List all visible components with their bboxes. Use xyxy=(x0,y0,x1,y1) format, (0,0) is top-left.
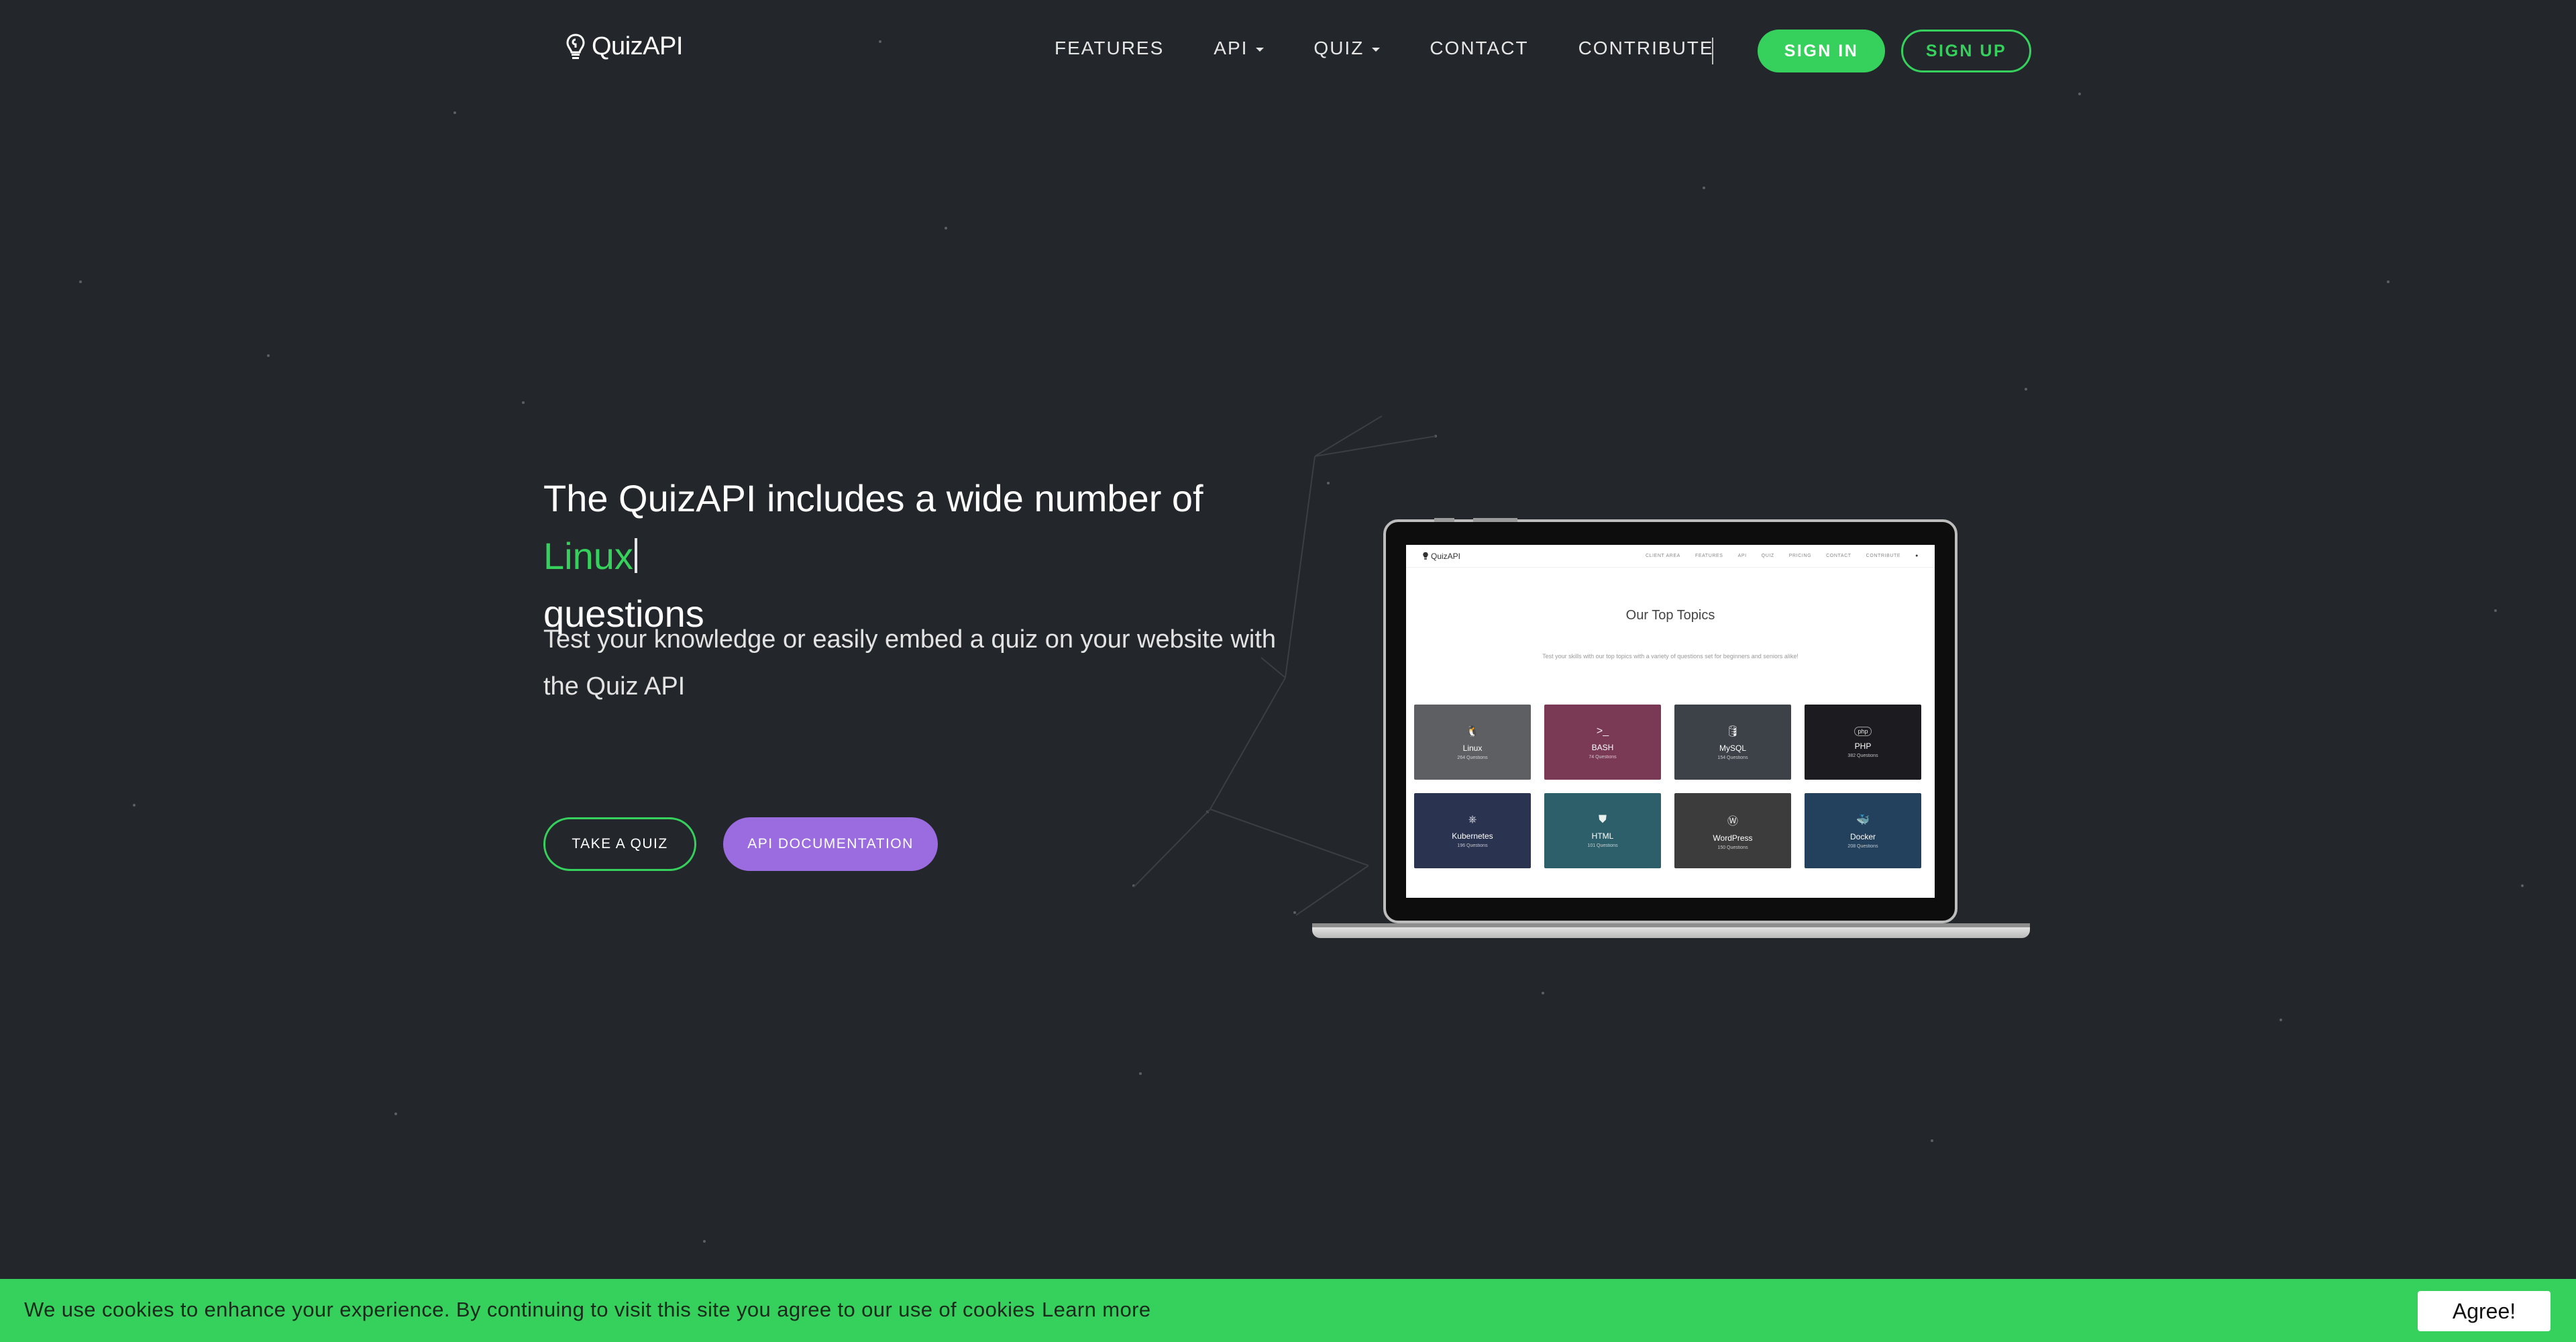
laptop-detail xyxy=(1434,518,1454,522)
screen-title: Our Top Topics xyxy=(1625,608,1715,623)
cookie-message: We use cookies to enhance your experienc… xyxy=(24,1298,1150,1322)
topic-card-docker: 🐳 Docker 208 Questions xyxy=(1805,793,1921,868)
menu-divider xyxy=(1712,38,1713,64)
topic-count: 208 Questions xyxy=(1847,843,1878,849)
screen-menu-item: QUIZ xyxy=(1761,554,1774,558)
laptop-mockup: QuizAPI CLIENT AREA FEATURES API QUIZ PR… xyxy=(1312,517,2030,946)
lightbulb-icon xyxy=(1423,552,1428,560)
php-icon: php xyxy=(1854,726,1872,736)
screen-menu-item: CLIENT AREA xyxy=(1645,554,1680,558)
kubernetes-icon: ⎈ xyxy=(1468,813,1477,825)
screen-subtitle: Test your skills with our top topics wit… xyxy=(1542,653,1799,660)
site-logo[interactable]: QuizAPI xyxy=(565,32,683,61)
topic-grid: 🐧 Linux 264 Questions >_ BASH 74 Questio… xyxy=(1414,705,1927,868)
terminal-icon: >_ xyxy=(1596,725,1609,737)
take-quiz-button[interactable]: TAKE A QUIZ xyxy=(543,817,696,871)
hero-title-highlight: Linux xyxy=(543,535,633,577)
screen-menu-item: FEATURES xyxy=(1695,554,1723,558)
wordpress-icon: Ⓦ xyxy=(1727,815,1738,827)
topic-count: 382 Questions xyxy=(1847,753,1878,758)
caret-down-icon xyxy=(1372,48,1381,52)
topic-name: BASH xyxy=(1591,742,1614,752)
nav-contribute-label: CONTRIBUTE xyxy=(1578,38,1714,58)
topic-card-kubernetes: ⎈ Kubernetes 196 Questions xyxy=(1414,793,1531,868)
hero-title-prefix: The QuizAPI includes a wide number of xyxy=(543,477,1203,519)
screen-menu-item: CONTRIBUTE xyxy=(1866,554,1901,558)
screen-logo-text: QuizAPI xyxy=(1431,551,1461,561)
lightbulb-icon xyxy=(566,33,585,59)
topic-card-mysql: 🛢 MySQL 154 Questions xyxy=(1674,705,1791,780)
typing-cursor xyxy=(634,538,637,573)
docker-icon: 🐳 xyxy=(1856,814,1870,826)
api-documentation-button[interactable]: API DOCUMENTATION xyxy=(723,817,938,871)
screen-menu: CLIENT AREA FEATURES API QUIZ PRICING CO… xyxy=(1646,554,1919,558)
topic-name: HTML xyxy=(1591,831,1614,841)
screen-menu-item: CONTACT xyxy=(1826,554,1851,558)
topic-count: 264 Questions xyxy=(1457,755,1488,760)
topic-name: Linux xyxy=(1462,743,1483,753)
nav-features[interactable]: FEATURES xyxy=(1055,38,1164,59)
topic-card-php: php PHP 382 Questions xyxy=(1805,705,1921,780)
topic-name: Kubernetes xyxy=(1452,831,1493,841)
screen-menu-item: API xyxy=(1737,554,1747,558)
laptop-lid: QuizAPI CLIENT AREA FEATURES API QUIZ PR… xyxy=(1383,518,1957,923)
linux-icon: 🐧 xyxy=(1466,725,1479,737)
nav-api-label: API xyxy=(1214,38,1248,58)
top-navbar: QuizAPI FEATURES API QUIZ CONTACT CONTRI… xyxy=(0,0,2576,105)
nav-quiz-label: QUIZ xyxy=(1313,38,1364,58)
topic-count: 101 Questions xyxy=(1587,843,1618,848)
main-menu: FEATURES API QUIZ CONTACT CONTRIBUTE xyxy=(1055,38,1764,59)
learn-more-link[interactable]: Learn more xyxy=(1042,1298,1151,1321)
lightbulb-icon: ● xyxy=(1915,554,1919,558)
topic-card-bash: >_ BASH 74 Questions xyxy=(1544,705,1661,780)
topic-count: 154 Questions xyxy=(1717,755,1748,760)
hero-subtitle: Test your knowledge or easily embed a qu… xyxy=(543,625,1277,701)
topic-count: 74 Questions xyxy=(1589,754,1617,760)
sign-in-button[interactable]: SIGN IN xyxy=(1758,30,1885,72)
laptop-hinge xyxy=(1312,923,2030,927)
nav-contact[interactable]: CONTACT xyxy=(1430,38,1528,59)
screen-menu-item: PRICING xyxy=(1788,554,1812,558)
database-icon: 🛢 xyxy=(1725,725,1740,737)
cookie-consent-bar: We use cookies to enhance your experienc… xyxy=(0,1279,2576,1342)
topic-name: MySQL xyxy=(1719,743,1746,753)
caret-down-icon xyxy=(1256,48,1265,52)
topic-card-html: ⛊ HTML 101 Questions xyxy=(1544,793,1661,868)
nav-contact-label: CONTACT xyxy=(1430,38,1529,58)
cookie-text: We use cookies to enhance your experienc… xyxy=(24,1298,1035,1321)
nav-api-dropdown[interactable]: API xyxy=(1214,38,1265,59)
html5-icon: ⛊ xyxy=(1598,813,1607,825)
nav-contribute[interactable]: CONTRIBUTE xyxy=(1578,38,1714,59)
topic-name: PHP xyxy=(1854,741,1872,751)
topic-count: 196 Questions xyxy=(1457,843,1488,848)
nav-features-label: FEATURES xyxy=(1055,38,1165,58)
laptop-screen: QuizAPI CLIENT AREA FEATURES API QUIZ PR… xyxy=(1406,545,1935,898)
particle-background xyxy=(79,40,2524,1243)
agree-button[interactable]: Agree! xyxy=(2418,1291,2551,1331)
sign-up-button[interactable]: SIGN UP xyxy=(1901,30,2031,72)
laptop-detail xyxy=(1473,518,1517,522)
topic-name: WordPress xyxy=(1713,833,1753,843)
topic-card-wordpress: Ⓦ WordPress 150 Questions xyxy=(1674,793,1791,868)
screen-logo: QuizAPI xyxy=(1422,552,1460,561)
topic-card-linux: 🐧 Linux 264 Questions xyxy=(1414,705,1531,780)
nav-quiz-dropdown[interactable]: QUIZ xyxy=(1313,38,1381,59)
topic-name: Docker xyxy=(1849,831,1876,841)
topic-count: 150 Questions xyxy=(1717,845,1748,850)
logo-text: QuizAPI xyxy=(592,32,683,60)
screen-navbar: QuizAPI CLIENT AREA FEATURES API QUIZ PR… xyxy=(1406,545,1935,568)
